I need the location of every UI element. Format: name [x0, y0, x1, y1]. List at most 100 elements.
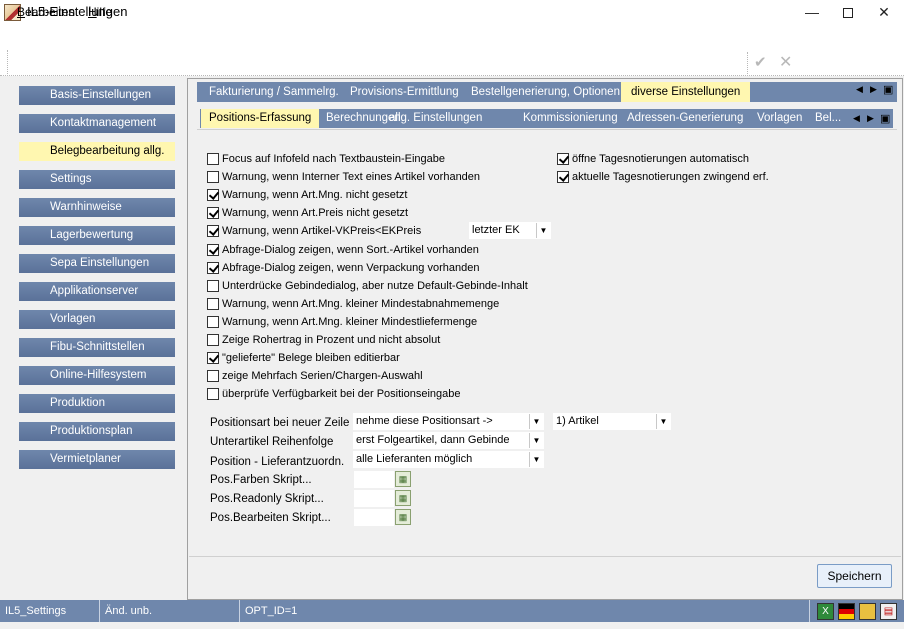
status-changed: Änd. unb. — [100, 600, 240, 622]
subtab-menu-icon[interactable]: ▣ — [880, 112, 890, 125]
sidebar-item-label: Belegbearbeitung allg. — [50, 145, 165, 157]
sidebar-item-label: Produktion — [50, 397, 105, 409]
menu-hilfe[interactable]: Hilfe — [88, 5, 112, 19]
sidebar-item[interactable]: Settings — [19, 170, 175, 189]
title-bar — [0, 0, 904, 26]
bearbeiten-skript-edit-icon[interactable]: ▦ — [395, 509, 411, 525]
save-button[interactable]: Speichern — [817, 564, 892, 588]
readonly-skript-edit-icon[interactable]: ▦ — [395, 490, 411, 506]
sidebar-item[interactable]: Vorlagen — [19, 310, 175, 329]
farben-skript-label: Pos.Farben Skript... — [210, 474, 312, 486]
checkbox-label: aktuelle Tagesnotierungen zwingend erf. — [572, 171, 769, 183]
lock-icon[interactable] — [859, 603, 876, 620]
german-flag-icon[interactable] — [838, 603, 855, 620]
tab-top[interactable]: diverse Einstellungen — [621, 82, 751, 102]
window-border — [0, 622, 904, 629]
checkbox-label: Warnung, wenn Art.Mng. kleiner Mindestab… — [222, 297, 500, 310]
sidebar-item[interactable]: Sepa Einstellungen — [19, 254, 175, 273]
checkbox-label: Warnung, wenn Artikel-VKPreis<EKPreis — [222, 225, 422, 238]
tab-sub[interactable]: Adressen-Generierung — [619, 109, 751, 128]
sidebar-item-label: Applikationserver — [50, 285, 139, 297]
checkbox-unchecked[interactable] — [207, 334, 219, 346]
menu-bearbeiten[interactable]: Bearbeiten — [17, 5, 75, 19]
report-icon[interactable]: ▤ — [880, 603, 897, 620]
checkbox-label: Warnung, wenn Art.Mng. nicht gesetzt — [222, 189, 408, 202]
tab-sub[interactable]: Bel... — [807, 109, 849, 128]
sidebar-item[interactable]: Produktion — [19, 394, 175, 413]
checkbox-label: Warnung, wenn Art.Mng. kleiner Mindestli… — [222, 315, 478, 328]
checkbox-unchecked[interactable] — [207, 297, 219, 310]
checkbox-label: Warnung, wenn Interner Text eines Artike… — [222, 171, 481, 184]
maximize-button[interactable] — [830, 0, 866, 26]
positionsart-artikel-select[interactable]: 1) Artikel ▼ — [553, 413, 671, 430]
chevron-down-icon: ▼ — [536, 223, 550, 238]
tab-sub[interactable]: Positions-Erfassung — [201, 109, 320, 128]
positionsart-select[interactable]: nehme diese Positionsart -> ▼ — [353, 413, 544, 430]
divider — [189, 556, 901, 557]
excel-icon[interactable]: X — [817, 603, 834, 620]
checkbox-checked[interactable] — [207, 261, 219, 274]
bearbeiten-skript-label: Pos.Bearbeiten Skript... — [210, 512, 331, 524]
tab-sub[interactable]: Vorlagen — [749, 109, 810, 128]
tab-top[interactable]: Provisions-Ermittlung — [340, 82, 469, 102]
readonly-skript-field[interactable] — [354, 490, 394, 507]
unterartikel-select[interactable]: erst Folgeartikel, dann Gebinde ▼ — [353, 432, 544, 449]
bearbeiten-skript-field[interactable] — [354, 509, 394, 526]
checkbox-checked[interactable] — [207, 243, 219, 256]
checkbox-unchecked[interactable] — [207, 388, 219, 401]
checkbox-checked[interactable] — [557, 171, 569, 183]
toolbar-divider — [747, 52, 748, 74]
sidebar-item-label: Warnhinweise — [50, 201, 122, 213]
sidebar-item[interactable]: Fibu-Schnittstellen — [19, 338, 175, 357]
confirm-icon[interactable]: ✔ — [754, 53, 767, 71]
sidebar-item[interactable]: Basis-Einstellungen — [19, 86, 175, 105]
sidebar-item-label: Sepa Einstellungen — [50, 257, 150, 269]
chevron-down-icon: ▼ — [529, 414, 543, 429]
checkbox-label: zeige Mehrfach Serien/Chargen-Auswahl — [222, 370, 423, 383]
farben-skript-edit-icon[interactable]: ▦ — [395, 471, 411, 487]
tab-menu-icon[interactable]: ▣ — [883, 83, 893, 96]
sidebar-item[interactable]: Online-Hilfesystem — [19, 366, 175, 385]
checkbox-unchecked[interactable] — [207, 315, 219, 328]
checkbox-unchecked[interactable] — [207, 370, 219, 383]
ek-select[interactable]: letzter EK ▼ — [469, 222, 551, 239]
tab-next-icon[interactable]: ▶ — [870, 84, 877, 95]
farben-skript-field[interactable] — [354, 471, 394, 488]
tab-top[interactable]: Bestellgenerierung, Optionen — [461, 82, 630, 102]
checkbox-checked[interactable] — [207, 352, 219, 365]
sidebar-item[interactable]: Applikationserver — [19, 282, 175, 301]
lieferant-label: Position - Lieferantzuordn. — [210, 456, 345, 468]
subtab-next-icon[interactable]: ▶ — [867, 113, 874, 124]
tab-top[interactable]: Fakturierung / Sammelrg. — [199, 82, 349, 102]
sidebar-item[interactable]: Produktionsplan — [19, 422, 175, 441]
tab-sub[interactable]: allg. Einstellungen — [381, 109, 490, 128]
subtab-prev-icon[interactable]: ◀ — [853, 113, 860, 124]
checkbox-unchecked[interactable] — [207, 153, 219, 165]
checkbox-unchecked[interactable] — [207, 279, 219, 292]
sidebar-item[interactable]: Warnhinweise — [19, 198, 175, 217]
minimize-button[interactable]: — — [794, 0, 830, 26]
maximize-icon — [843, 8, 853, 19]
checkbox-checked[interactable] — [207, 207, 219, 220]
chevron-down-icon: ▼ — [529, 433, 543, 448]
sidebar-item[interactable]: Lagerbewertung — [19, 226, 175, 245]
chevron-down-icon: ▼ — [656, 414, 670, 429]
cancel-icon[interactable]: ✕ — [779, 52, 792, 72]
lieferant-select[interactable]: alle Lieferanten möglich ▼ — [353, 451, 544, 468]
tab-prev-icon[interactable]: ◀ — [856, 84, 863, 95]
sidebar-item-label: Fibu-Schnittstellen — [50, 341, 145, 353]
unterartikel-label: Unterartikel Reihenfolge — [210, 436, 334, 448]
checkbox-label: Abfrage-Dialog zeigen, wenn Verpackung v… — [222, 261, 480, 274]
sidebar-item-label: Basis-Einstellungen — [50, 89, 152, 101]
sidebar-item[interactable]: Kontaktmanagement — [19, 114, 175, 133]
sidebar-item[interactable]: Belegbearbeitung allg. — [19, 142, 175, 161]
checkbox-unchecked[interactable] — [207, 171, 219, 184]
close-button[interactable]: ✕ — [866, 0, 902, 26]
checkbox-checked[interactable] — [207, 225, 219, 238]
positionsart-label: Positionsart bei neuer Zeile — [210, 417, 350, 429]
checkbox-checked[interactable] — [557, 153, 569, 165]
close-icon: ✕ — [878, 4, 890, 20]
sidebar-item[interactable]: Vermietplaner — [19, 450, 175, 469]
checkbox-checked[interactable] — [207, 189, 219, 202]
tab-sub[interactable]: Kommissionierung — [515, 109, 626, 128]
